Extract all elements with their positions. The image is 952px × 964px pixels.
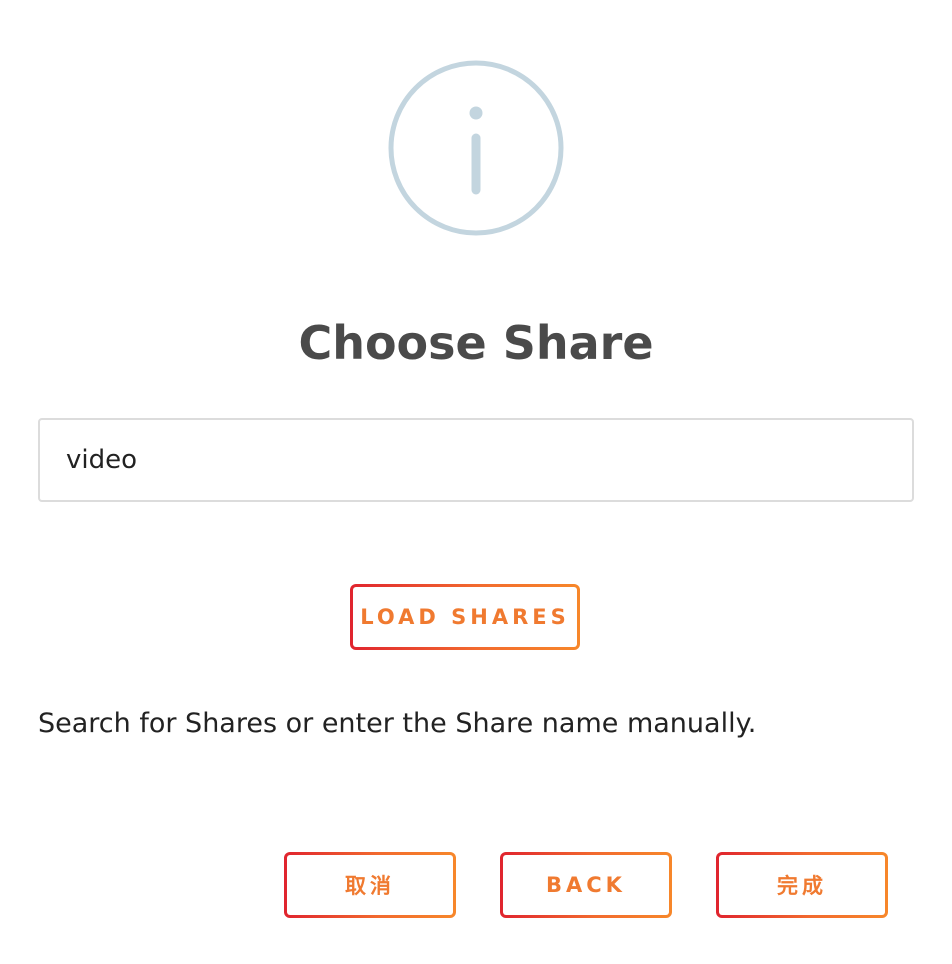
back-label: BACK [546,873,626,897]
load-shares-label: LOAD SHARES [360,605,570,629]
share-name-input[interactable] [38,418,914,502]
back-button[interactable]: BACK [500,852,672,918]
cancel-label: 取消 [345,874,395,898]
info-circle-icon [388,60,564,236]
page-title: Choose Share [298,316,654,370]
helper-text: Search for Shares or enter the Share nam… [38,708,757,739]
choose-share-dialog: Choose Share LOAD SHARES Search for Shar… [0,0,952,964]
done-label: 完成 [777,874,827,898]
done-button[interactable]: 完成 [716,852,888,918]
cancel-button[interactable]: 取消 [284,852,456,918]
load-shares-button[interactable]: LOAD SHARES [350,584,580,650]
